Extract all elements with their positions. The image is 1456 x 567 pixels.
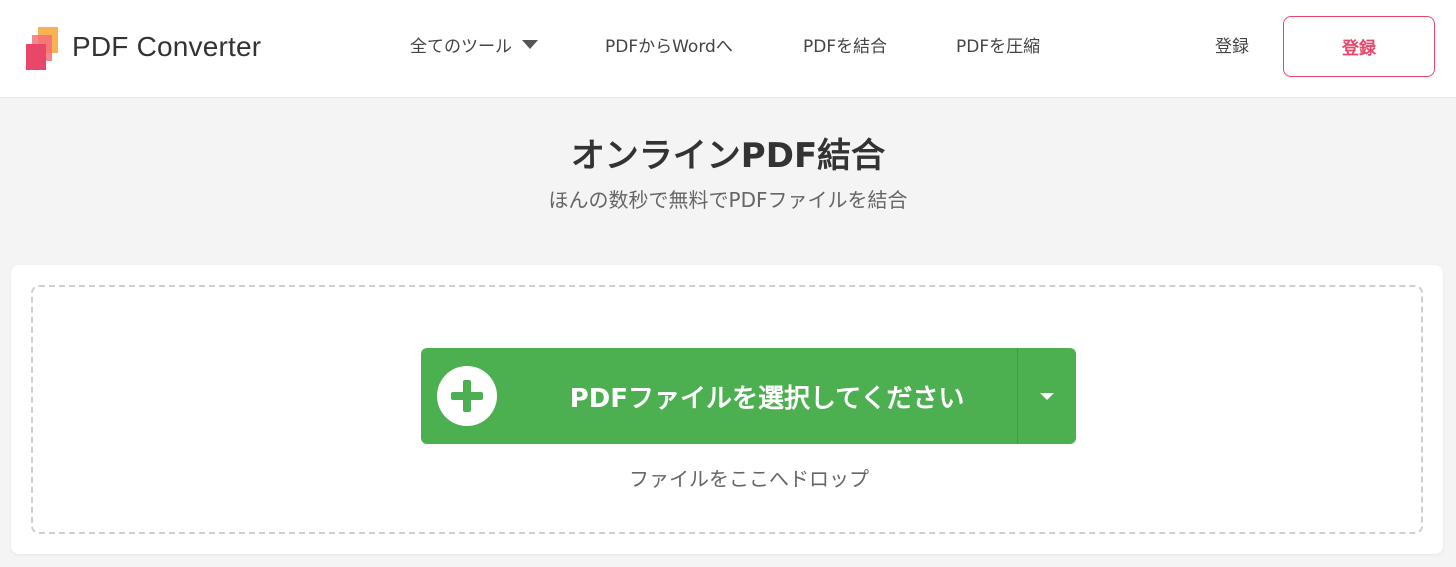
page-title: オンラインPDF結合 xyxy=(570,136,886,176)
caret-down-icon xyxy=(1040,393,1054,400)
top-header: PDF Converter 全てのツール PDFからWordへ PDFを結合 P… xyxy=(0,0,1456,98)
nav-all-tools[interactable]: 全てのツール xyxy=(410,35,538,59)
page-subtitle: ほんの数秒で無料でPDFファイルを結合 xyxy=(548,188,908,212)
select-pdf-button[interactable]: PDFファイルを選択してください xyxy=(421,348,1076,444)
file-dropzone[interactable]: PDFファイルを選択してください ファイルをここへドロップ xyxy=(31,285,1423,534)
nav-all-tools-label: 全てのツール xyxy=(410,37,512,57)
brand-name[interactable]: PDF Converter xyxy=(72,28,261,66)
caret-down-icon xyxy=(522,40,538,49)
drop-hint: ファイルをここへドロップ xyxy=(629,467,869,491)
nav-compress-pdf[interactable]: PDFを圧縮 xyxy=(956,35,1040,59)
nav-pdf-to-word[interactable]: PDFからWordへ xyxy=(605,35,733,59)
plus-circle-icon xyxy=(437,366,497,426)
register-button[interactable]: 登録 xyxy=(1283,16,1435,77)
select-pdf-label: PDFファイルを選択してください xyxy=(569,383,965,414)
nav-merge-pdf[interactable]: PDFを結合 xyxy=(803,35,887,59)
upload-card: PDFファイルを選択してください ファイルをここへドロップ xyxy=(11,265,1443,554)
select-source-dropdown[interactable] xyxy=(1018,348,1076,444)
pdf-converter-logo[interactable] xyxy=(26,27,62,71)
login-link[interactable]: 登録 xyxy=(1215,35,1249,59)
